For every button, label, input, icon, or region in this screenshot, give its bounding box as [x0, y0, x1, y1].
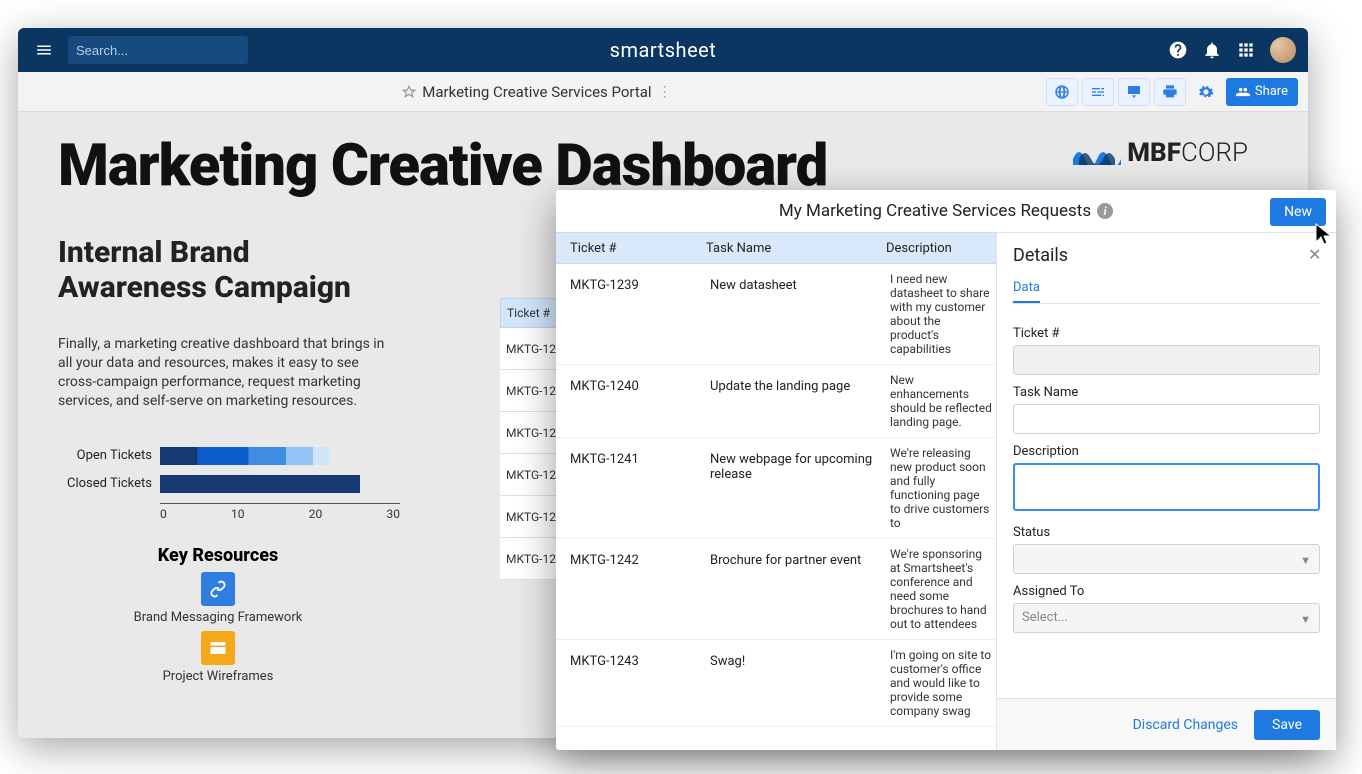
resource-item-brand[interactable]: Brand Messaging Framework	[58, 572, 378, 625]
table-row[interactable]: MKTG-1239New datasheetI need new datashe…	[556, 264, 996, 365]
select-status[interactable]: ▼	[1013, 544, 1320, 574]
search-field[interactable]	[68, 36, 248, 64]
campaign-description: Finally, a marketing creative dashboard …	[58, 335, 398, 411]
layout-icon	[208, 638, 228, 658]
report-table: Ticket # Task Name Description MKTG-1239…	[556, 232, 996, 727]
sheet-toolbar: Marketing Creative Services Portal ⋮ Sha…	[18, 72, 1308, 112]
select-assigned[interactable]: Select...▼	[1013, 603, 1320, 633]
menu-button[interactable]	[30, 36, 58, 64]
resource-item-wireframes[interactable]: Project Wireframes	[58, 631, 378, 684]
table-row[interactable]: MKTG-1243Swag!I'm going on site to custo…	[556, 640, 996, 727]
close-button[interactable]: ✕	[1308, 245, 1324, 261]
print-button[interactable]	[1154, 78, 1186, 106]
share-label: Share	[1255, 84, 1288, 99]
share-button[interactable]: Share	[1226, 78, 1298, 106]
label-assigned: Assigned To	[1013, 584, 1320, 599]
resource-label: Brand Messaging Framework	[58, 610, 378, 625]
gear-button[interactable]	[1190, 78, 1222, 106]
bell-icon[interactable]	[1202, 40, 1222, 60]
user-avatar[interactable]	[1270, 37, 1296, 63]
resources-heading: Key Resources	[58, 545, 378, 566]
search-input[interactable]	[76, 43, 252, 58]
help-icon[interactable]	[1168, 40, 1188, 60]
new-button[interactable]: New	[1270, 198, 1326, 226]
globe-button[interactable]	[1046, 78, 1078, 106]
col-ticket[interactable]: Ticket #	[556, 241, 706, 256]
col-desc[interactable]: Description	[886, 241, 996, 256]
apps-icon[interactable]	[1236, 40, 1256, 60]
chart-label-closed: Closed Tickets	[58, 476, 152, 491]
label-task: Task Name	[1013, 385, 1320, 400]
table-row[interactable]: MKTG-1240Update the landing pageNew enha…	[556, 365, 996, 438]
details-heading: Details	[1013, 245, 1320, 266]
people-icon	[1236, 85, 1250, 99]
label-ticket: Ticket #	[1013, 326, 1320, 341]
mbf-wave-icon	[1073, 141, 1121, 165]
input-description[interactable]	[1013, 463, 1320, 511]
gear-icon	[1198, 84, 1214, 100]
details-panel: Details ✕ Data Ticket # Task Name Descri…	[996, 232, 1336, 750]
globe-icon	[1054, 84, 1070, 100]
brand-logo: smartsheet	[610, 38, 717, 62]
sheet-title: Marketing Creative Services Portal	[422, 83, 651, 101]
chart-bar-closed	[160, 475, 360, 493]
report-panel: My Marketing Creative Services Requests …	[556, 190, 1336, 750]
sliders-icon	[1090, 84, 1106, 100]
topbar: smartsheet	[18, 28, 1308, 72]
label-description: Description	[1013, 444, 1320, 459]
info-icon[interactable]: i	[1097, 203, 1113, 219]
chart-bar-open	[160, 447, 330, 465]
label-status: Status	[1013, 525, 1320, 540]
table-row[interactable]: MKTG-1241New webpage for upcoming releas…	[556, 438, 996, 539]
mbf-logo: MBFCORP	[1073, 138, 1248, 168]
col-task[interactable]: Task Name	[706, 241, 886, 256]
ticket-chart: Open Tickets Closed Tickets 0 10 20 30	[58, 447, 398, 521]
input-task[interactable]	[1013, 404, 1320, 434]
link-icon	[208, 579, 228, 599]
chart-axis: 0 10 20 30	[160, 503, 400, 521]
resource-label: Project Wireframes	[58, 669, 378, 684]
discard-button[interactable]: Discard Changes	[1133, 717, 1238, 733]
sheet-menu-icon[interactable]: ⋮	[658, 84, 672, 100]
hamburger-icon	[35, 41, 53, 59]
chevron-down-icon: ▼	[1300, 613, 1311, 626]
report-title: My Marketing Creative Services Requests	[779, 201, 1091, 221]
settings-button[interactable]	[1082, 78, 1114, 106]
save-button[interactable]: Save	[1254, 710, 1320, 740]
tab-data[interactable]: Data	[1013, 274, 1040, 303]
chevron-down-icon: ▼	[1300, 554, 1311, 567]
print-icon	[1162, 84, 1178, 100]
present-button[interactable]	[1118, 78, 1150, 106]
input-ticket	[1013, 345, 1320, 375]
star-icon[interactable]	[402, 85, 416, 99]
presentation-icon	[1126, 84, 1142, 100]
chart-label-open: Open Tickets	[58, 448, 152, 463]
table-row[interactable]: MKTG-1242Brochure for partner eventWe're…	[556, 539, 996, 640]
